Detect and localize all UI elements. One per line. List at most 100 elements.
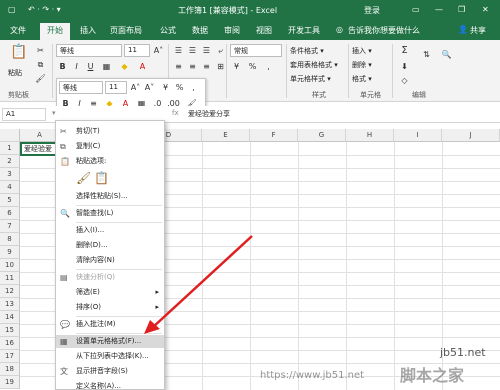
- grow-font-icon[interactable]: A˄: [152, 44, 165, 57]
- select-all-button[interactable]: [0, 129, 20, 142]
- italic-button[interactable]: I: [70, 60, 83, 73]
- column-header[interactable]: H: [346, 129, 394, 142]
- format-cells-button[interactable]: 格式 ▾: [352, 74, 372, 84]
- underline-button[interactable]: U: [84, 60, 97, 73]
- row-header[interactable]: 3: [0, 168, 20, 181]
- row-header[interactable]: 5: [0, 194, 20, 207]
- number-format-select[interactable]: 常规: [230, 44, 282, 57]
- align-top-icon[interactable]: ☰: [172, 44, 185, 57]
- column-header[interactable]: A: [20, 129, 60, 142]
- column-header[interactable]: E: [202, 129, 250, 142]
- row-header[interactable]: 9: [0, 246, 20, 259]
- font-name-select[interactable]: 等线: [56, 44, 122, 57]
- column-header[interactable]: J: [442, 129, 500, 142]
- row-header[interactable]: 6: [0, 207, 20, 220]
- mini-grow-font-icon[interactable]: A˄: [129, 81, 142, 94]
- mini-font-size-select[interactable]: 11: [105, 81, 127, 94]
- copy-icon[interactable]: ⧉: [34, 58, 47, 71]
- insert-cells-button[interactable]: 插入 ▾: [352, 46, 372, 56]
- tell-me-input[interactable]: 告诉我你想要做什么: [348, 25, 420, 36]
- align-bottom-icon[interactable]: ☰: [200, 44, 213, 57]
- cut-icon[interactable]: ✂: [34, 44, 47, 57]
- paste-button[interactable]: 粘贴: [8, 68, 22, 78]
- column-header[interactable]: I: [394, 129, 442, 142]
- row-header[interactable]: 13: [0, 298, 20, 311]
- tab-page-layout[interactable]: 页面布局: [110, 25, 142, 36]
- tab-developer[interactable]: 开发工具: [288, 25, 320, 36]
- tab-insert[interactable]: 插入: [80, 25, 96, 36]
- menu-item-paste-special[interactable]: 选择性粘贴(S)...: [56, 190, 164, 203]
- fill-icon[interactable]: ⬇: [398, 60, 411, 73]
- fill-color-icon[interactable]: ◆: [118, 60, 131, 73]
- row-header[interactable]: 11: [0, 272, 20, 285]
- format-painter-icon[interactable]: 🖌: [34, 72, 47, 85]
- cell-styles-button[interactable]: 单元格样式 ▾: [290, 74, 331, 84]
- tab-data[interactable]: 数据: [192, 25, 208, 36]
- mini-shrink-font-icon[interactable]: A˅: [143, 81, 156, 94]
- tab-view[interactable]: 视图: [256, 25, 272, 36]
- align-left-icon[interactable]: ≡: [172, 60, 185, 73]
- mini-percent-icon[interactable]: %: [173, 81, 186, 94]
- autosum-icon[interactable]: Σ: [398, 44, 411, 57]
- format-as-table-button[interactable]: 套用表格格式 ▾: [290, 60, 338, 70]
- tab-home[interactable]: 开始: [40, 23, 70, 40]
- row-header[interactable]: 12: [0, 285, 20, 298]
- align-right-icon[interactable]: ≡: [200, 60, 213, 73]
- paste-option-values-icon[interactable]: 📋: [94, 171, 109, 185]
- row-header[interactable]: 19: [0, 376, 20, 389]
- row-header[interactable]: 10: [0, 259, 20, 272]
- window-menu-icon[interactable]: ▢: [8, 5, 16, 14]
- currency-icon[interactable]: ¥: [230, 60, 243, 73]
- comma-icon[interactable]: ,: [262, 60, 275, 73]
- quick-access-toolbar[interactable]: ↶ · ↷ · ▾: [28, 5, 61, 14]
- tab-review[interactable]: 审阅: [224, 25, 240, 36]
- clear-icon[interactable]: ◇: [398, 74, 411, 87]
- align-middle-icon[interactable]: ☰: [186, 44, 199, 57]
- row-header[interactable]: 1: [0, 142, 20, 155]
- share-button[interactable]: 共享: [470, 25, 486, 36]
- menu-item-show-phonetic[interactable]: 文显示拼音字段(S): [56, 365, 164, 378]
- row-header[interactable]: 18: [0, 363, 20, 376]
- tab-formulas[interactable]: 公式: [160, 25, 176, 36]
- conditional-format-button[interactable]: 条件格式 ▾: [290, 46, 324, 56]
- menu-item-cut[interactable]: ✂ 剪切(T): [56, 125, 164, 138]
- align-center-icon[interactable]: ≡: [186, 60, 199, 73]
- row-header[interactable]: 7: [0, 220, 20, 233]
- mini-comma-icon[interactable]: ,: [187, 81, 200, 94]
- row-header[interactable]: 15: [0, 324, 20, 337]
- minimize-button[interactable]: —: [435, 5, 443, 14]
- formula-input[interactable]: 爱经验爱分享: [188, 109, 230, 119]
- menu-item-define-name[interactable]: 定义名称(A)...: [56, 380, 164, 390]
- menu-item-pick-from-list[interactable]: 从下拉列表中选择(K)...: [56, 350, 164, 363]
- row-header[interactable]: 8: [0, 233, 20, 246]
- close-button[interactable]: ✕: [482, 5, 489, 14]
- paste-icon[interactable]: 📋: [10, 45, 28, 66]
- row-header[interactable]: 2: [0, 155, 20, 168]
- font-size-select[interactable]: 11: [124, 44, 150, 57]
- font-color-icon[interactable]: A: [136, 60, 149, 73]
- find-select-icon[interactable]: 🔍: [440, 48, 453, 61]
- menu-item-copy[interactable]: ⧉ 复制(C): [56, 140, 164, 153]
- menu-item-smart-lookup[interactable]: 🔍 智能查找(L): [56, 207, 164, 220]
- mini-font-name-select[interactable]: 等线: [59, 81, 103, 94]
- delete-cells-button[interactable]: 删除 ▾: [352, 60, 372, 70]
- ribbon-display-icon[interactable]: ▭: [412, 5, 420, 14]
- sort-filter-icon[interactable]: ⇅: [420, 48, 433, 61]
- mini-currency-icon[interactable]: ¥: [159, 81, 172, 94]
- row-header[interactable]: 17: [0, 350, 20, 363]
- name-box[interactable]: A1: [2, 108, 46, 121]
- row-header[interactable]: 16: [0, 337, 20, 350]
- restore-button[interactable]: ❐: [458, 5, 465, 14]
- paste-option-paint-icon[interactable]: 🖌: [76, 171, 91, 185]
- column-header[interactable]: G: [298, 129, 346, 142]
- border-icon[interactable]: ▦: [100, 60, 113, 73]
- name-box-dropdown-icon[interactable]: ▾: [52, 109, 56, 117]
- row-header[interactable]: 4: [0, 181, 20, 194]
- login-link[interactable]: 登录: [364, 5, 380, 16]
- column-header[interactable]: F: [250, 129, 298, 142]
- row-header[interactable]: 14: [0, 311, 20, 324]
- percent-icon[interactable]: %: [246, 60, 259, 73]
- tab-file[interactable]: 文件: [10, 25, 26, 36]
- bold-button[interactable]: B: [56, 60, 69, 73]
- fx-icon[interactable]: fx: [172, 109, 179, 117]
